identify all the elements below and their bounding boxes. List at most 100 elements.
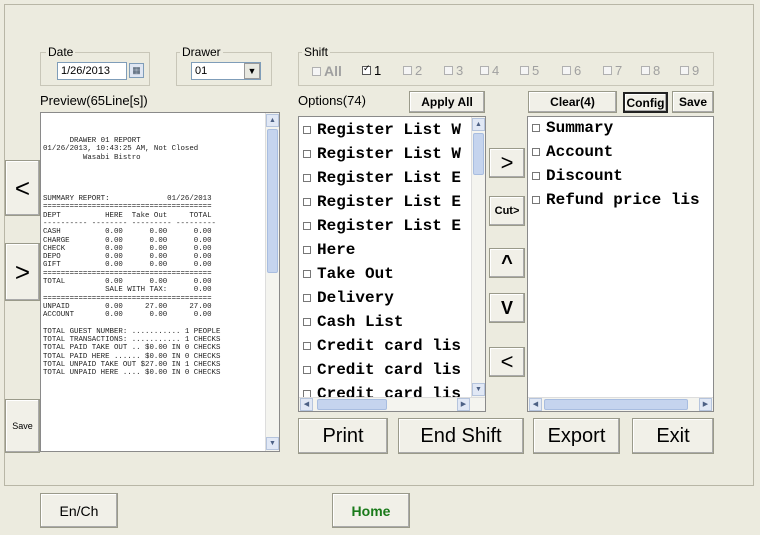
checkbox-icon <box>312 66 321 76</box>
option-item[interactable]: Take Out <box>303 265 394 283</box>
checkbox-icon[interactable] <box>532 124 540 132</box>
scroll-up-icon[interactable]: ▲ <box>266 114 279 127</box>
hscroll-thumb[interactable] <box>544 399 688 410</box>
shift-option-label: All <box>324 63 342 79</box>
calendar-icon[interactable]: ▦ <box>129 63 144 78</box>
shift-3-checkbox[interactable]: 3 <box>444 63 463 78</box>
scroll-thumb[interactable] <box>267 129 278 273</box>
cut-item-button[interactable]: Cut> <box>489 196 525 226</box>
options-scrollbar[interactable]: ▲ ▼ <box>471 117 485 397</box>
preview-scrollbar[interactable]: ▲ ▼ <box>265 113 279 451</box>
report-preview[interactable]: DRAWER 01 REPORT 01/26/2013, 10:43:25 AM… <box>40 112 280 452</box>
date-field[interactable]: 1/26/2013 <box>57 62 127 80</box>
preview-save-button[interactable]: Save <box>5 399 40 453</box>
option-item-label: Here <box>317 241 356 259</box>
checkbox-icon <box>641 66 650 75</box>
drawer-label: Drawer <box>180 45 223 59</box>
checkbox-icon <box>680 66 689 75</box>
shift-option-label: 9 <box>692 63 700 78</box>
date-label: Date <box>46 45 76 59</box>
selected-save-button[interactable]: Save <box>672 91 714 113</box>
prev-page-button[interactable]: < <box>5 160 40 216</box>
end-shift-button[interactable]: End Shift <box>398 418 524 454</box>
shift-option-label: 4 <box>492 63 500 78</box>
option-item-label: Cash List <box>317 313 404 331</box>
selected-list[interactable]: Summary Account Discount Refund price lis ◀… <box>527 116 714 412</box>
option-item-label: Register List E <box>317 193 462 211</box>
selected-item[interactable]: Refund price lis <box>532 191 700 209</box>
selected-item[interactable]: Discount <box>532 167 623 185</box>
option-item[interactable]: Register List W <box>303 145 461 163</box>
checkbox-icon[interactable] <box>303 246 311 254</box>
option-item[interactable]: Credit card lis <box>303 337 461 355</box>
shift-9-checkbox[interactable]: 9 <box>680 63 699 78</box>
option-item[interactable]: Register List E <box>303 193 461 211</box>
checkbox-icon[interactable] <box>303 126 311 134</box>
print-button[interactable]: Print <box>298 418 388 454</box>
add-item-button[interactable]: > <box>489 148 525 178</box>
shift-option-label: 2 <box>415 63 423 78</box>
option-item[interactable]: Register List E <box>303 217 461 235</box>
option-item[interactable]: Here <box>303 241 355 259</box>
scroll-right-icon[interactable]: ▶ <box>457 398 470 411</box>
clear-button[interactable]: Clear(4) <box>528 91 617 113</box>
selected-item-label: Summary <box>546 119 614 137</box>
checkbox-icon[interactable] <box>303 222 311 230</box>
selected-item[interactable]: Summary <box>532 119 613 137</box>
checkbox-icon[interactable] <box>303 150 311 158</box>
options-list[interactable]: Register List W Register List W Register L… <box>298 116 486 412</box>
scroll-left-icon[interactable]: ◀ <box>300 398 313 411</box>
option-item[interactable]: Register List W <box>303 121 461 139</box>
chevron-down-icon[interactable]: ▼ <box>244 63 260 79</box>
option-item[interactable]: Register List E <box>303 169 461 187</box>
export-button[interactable]: Export <box>533 418 620 454</box>
next-page-button[interactable]: > <box>5 243 40 301</box>
scroll-down-icon[interactable]: ▼ <box>266 437 279 450</box>
move-down-button[interactable]: V <box>489 293 525 323</box>
shift-option-label: 3 <box>456 63 464 78</box>
shift-8-checkbox[interactable]: 8 <box>641 63 660 78</box>
exit-button[interactable]: Exit <box>632 418 714 454</box>
shift-2-checkbox[interactable]: 2 <box>403 63 422 78</box>
checkbox-icon[interactable] <box>303 270 311 278</box>
selected-hscrollbar[interactable]: ◀ ▶ <box>528 397 713 411</box>
checkbox-icon[interactable] <box>303 318 311 326</box>
checkbox-icon[interactable] <box>303 366 311 374</box>
checkbox-icon[interactable] <box>532 148 540 156</box>
language-toggle-button[interactable]: En/Ch <box>40 493 118 528</box>
checkbox-icon <box>403 66 412 75</box>
apply-all-button[interactable]: Apply All <box>409 91 485 113</box>
shift-4-checkbox[interactable]: 4 <box>480 63 499 78</box>
scroll-right-icon[interactable]: ▶ <box>699 398 712 411</box>
scroll-left-icon[interactable]: ◀ <box>529 398 542 411</box>
options-hscrollbar[interactable]: ◀ ▶ <box>299 397 485 411</box>
shift-1-checkbox[interactable]: 1 <box>362 63 381 78</box>
shift-all-checkbox[interactable]: All <box>312 63 342 79</box>
hscroll-thumb[interactable] <box>317 399 387 410</box>
selected-item-label: Refund price lis <box>546 191 700 209</box>
home-button[interactable]: Home <box>332 493 410 528</box>
option-item[interactable]: Cash List <box>303 313 403 331</box>
shift-option-label: 8 <box>653 63 661 78</box>
option-item[interactable]: Credit card lis <box>303 361 461 379</box>
report-text: DRAWER 01 REPORT 01/26/2013, 10:43:25 AM… <box>43 137 221 378</box>
checkbox-icon[interactable] <box>303 342 311 350</box>
shift-7-checkbox[interactable]: 7 <box>603 63 622 78</box>
checkbox-icon[interactable] <box>303 198 311 206</box>
option-item[interactable]: Delivery <box>303 289 394 307</box>
config-button[interactable]: Config <box>623 92 668 113</box>
selected-item[interactable]: Account <box>532 143 613 161</box>
scroll-down-icon[interactable]: ▼ <box>472 383 485 396</box>
checkbox-icon[interactable] <box>303 294 311 302</box>
remove-item-button[interactable]: < <box>489 347 525 377</box>
checkbox-icon[interactable] <box>303 174 311 182</box>
checkbox-icon[interactable] <box>532 172 540 180</box>
shift-5-checkbox[interactable]: 5 <box>520 63 539 78</box>
scroll-up-icon[interactable]: ▲ <box>472 118 485 131</box>
option-item-label: Delivery <box>317 289 394 307</box>
scroll-thumb[interactable] <box>473 133 484 175</box>
checkbox-icon[interactable] <box>532 196 540 204</box>
shift-6-checkbox[interactable]: 6 <box>562 63 581 78</box>
checkbox-icon <box>520 66 529 75</box>
move-up-button[interactable]: ^ <box>489 248 525 278</box>
